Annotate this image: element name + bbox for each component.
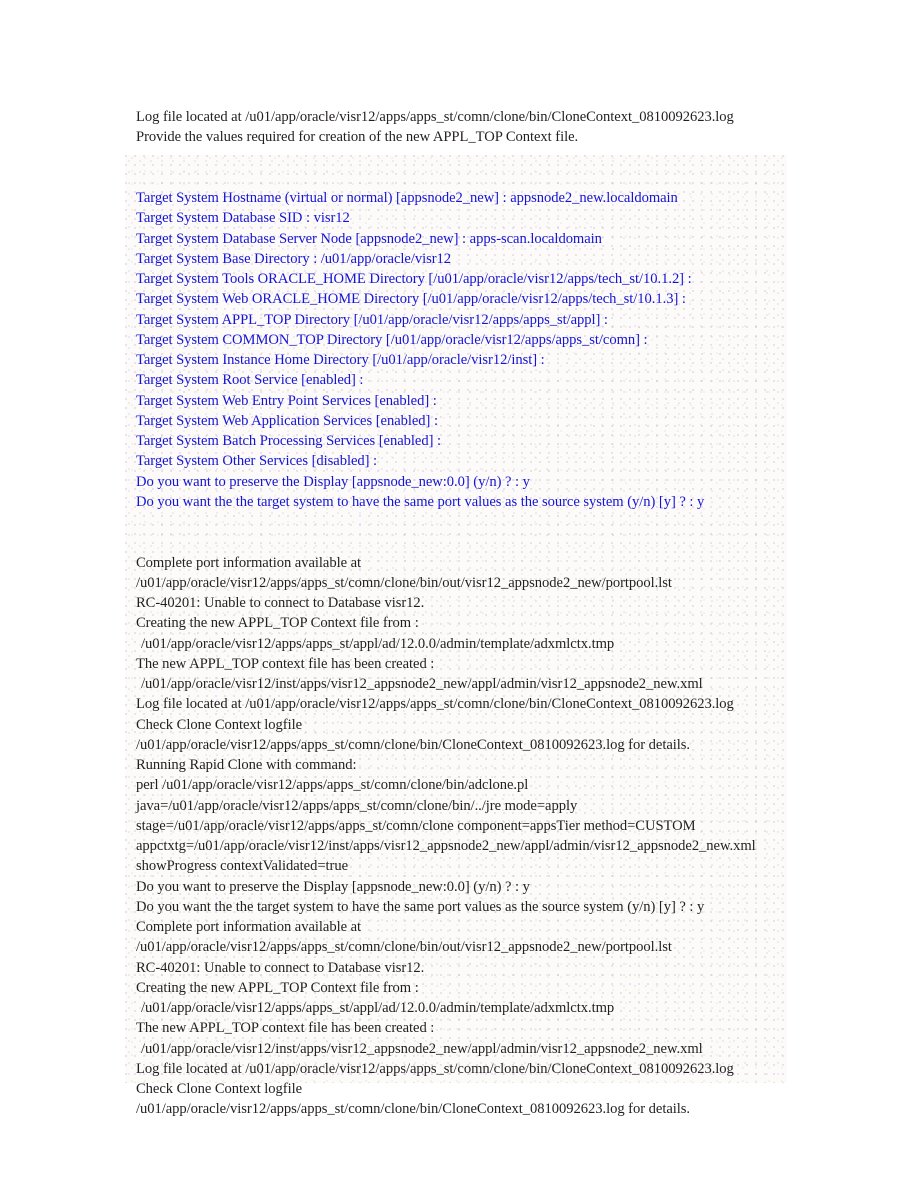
log-line: /u01/app/oracle/visr12/inst/apps/visr12_… (141, 1040, 703, 1057)
log-line: Creating the new APPL_TOP Context file f… (136, 979, 419, 996)
log-line: /u01/app/oracle/visr12/apps/apps_st/comn… (136, 574, 672, 591)
log-line: Log file located at /u01/app/oracle/visr… (136, 109, 734, 125)
log-line: java=/u01/app/oracle/visr12/apps/apps_st… (136, 797, 578, 814)
log-line: RC-40201: Unable to connect to Database … (136, 595, 425, 611)
log-line: Target System Database Server Node [apps… (136, 230, 602, 247)
log-line: Target System COMMON_TOP Directory [/u01… (136, 331, 648, 348)
log-line: Do you want the the target system to hav… (136, 898, 705, 915)
log-line: /u01/app/oracle/visr12/apps/apps_st/comn… (136, 1101, 690, 1118)
log-line: Do you want to preserve the Display [app… (136, 878, 530, 895)
log-line: /u01/app/oracle/visr12/apps/apps_st/appl… (141, 1000, 615, 1016)
console-log-output: Log file located at /u01/app/oracle/visr… (136, 107, 796, 1120)
log-line: Complete port information available at (136, 919, 362, 935)
log-line: Target System Tools ORACLE_HOME Director… (136, 271, 692, 287)
log-line-blank (136, 512, 796, 532)
log-line-blank (136, 532, 796, 552)
log-line: Target System Root Service [enabled] : (136, 372, 364, 389)
log-line: Target System Database SID : visr12 (136, 210, 350, 227)
log-line: Target System Web ORACLE_HOME Directory … (136, 291, 686, 308)
log-line: Target System Hostname (virtual or norma… (136, 190, 678, 206)
log-line: Target System Web Application Services [… (136, 412, 438, 429)
log-line: Do you want the the target system to hav… (136, 493, 705, 510)
log-line: /u01/app/oracle/visr12/apps/apps_st/comn… (136, 939, 672, 956)
log-line: Target System Other Services [disabled] … (136, 453, 378, 470)
log-line: Target System Web Entry Point Services [… (136, 392, 437, 409)
log-line: Log file located at /u01/app/oracle/visr… (136, 1060, 734, 1077)
log-line: Creating the new APPL_TOP Context file f… (136, 615, 419, 632)
log-line-blank (136, 148, 796, 168)
log-line: Log file located at /u01/app/oracle/visr… (136, 696, 734, 713)
log-line: Target System Instance Home Directory [/… (136, 352, 545, 368)
log-line: RC-40201: Unable to connect to Database … (136, 959, 425, 976)
log-line: appctxtg=/u01/app/oracle/visr12/inst/app… (136, 838, 756, 854)
log-line-blank (136, 168, 796, 188)
log-line: Target System APPL_TOP Directory [/u01/a… (136, 311, 608, 328)
log-line: perl /u01/app/oracle/visr12/apps/apps_st… (136, 777, 529, 794)
log-line: showProgress contextValidated=true (136, 858, 349, 875)
log-line: Running Rapid Clone with command: (136, 757, 357, 773)
log-line: Target System Base Directory : /u01/app/… (136, 250, 452, 267)
log-line: Complete port information available at (136, 554, 362, 571)
log-line: stage=/u01/app/oracle/visr12/apps/apps_s… (136, 817, 696, 834)
log-line: The new APPL_TOP context file has been c… (136, 1020, 435, 1037)
log-line: Check Clone Context logfile (136, 1081, 303, 1097)
log-line: Do you want to preserve the Display [app… (136, 473, 530, 490)
log-line: Target System Batch Processing Services … (136, 433, 441, 449)
log-line: Check Clone Context logfile (136, 716, 303, 733)
log-line: Provide the values required for creation… (136, 129, 579, 146)
log-line: /u01/app/oracle/visr12/apps/apps_st/appl… (141, 635, 615, 652)
log-line: The new APPL_TOP context file has been c… (136, 655, 435, 672)
log-line: /u01/app/oracle/visr12/inst/apps/visr12_… (141, 676, 703, 692)
log-line: /u01/app/oracle/visr12/apps/apps_st/comn… (136, 736, 690, 753)
